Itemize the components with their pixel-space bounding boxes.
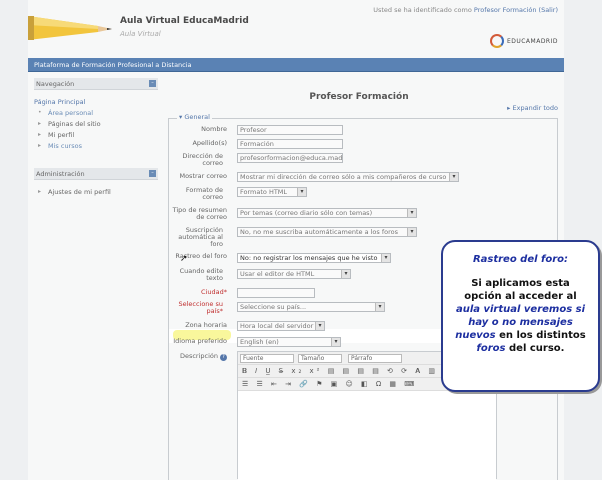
format-icons[interactable]: 𝐁 𝐼 U̲ S̶ x₂ x² ▤ ▤ ▤ ▤ ⟲ ⟳ 𝐀 ▥ [242,367,438,376]
pencil-logo-icon [28,16,112,40]
rastreo-label: Rastreo del foro [175,252,227,260]
expand-all-label: Expandir todo [512,104,558,112]
educamadrid-logo: EDUCAMADRID [489,34,558,48]
pais-select[interactable]: Seleccione su país... [237,302,385,312]
admin-block: Administración – Ajustes de mi perfil [34,168,158,196]
callout-title: Rastreo del foro: [472,254,569,265]
legend-label: General [184,113,210,121]
cuando-edite-label: Cuando edite texto [179,267,223,282]
expand-all-link[interactable]: ▸ Expandir todo [507,104,558,112]
login-info: Usted se ha identificado como Profesor F… [373,6,558,14]
admin-title: Administración [36,170,85,178]
nav-item-area-personal[interactable]: Área personal [34,109,158,117]
site-header: Aula Virtual EducaMadrid Aula Virtual Us… [28,0,564,58]
collapse-icon[interactable]: – [149,80,156,87]
size-select[interactable]: Tamaño [298,354,342,363]
nav-item-mis-cursos[interactable]: Mis cursos [34,142,158,150]
mouse-cursor-icon: ➚ [180,254,188,264]
logout-link[interactable]: (Salir) [539,6,558,14]
page-title: Profesor Formación [309,92,409,102]
editor-text-area[interactable] [238,396,496,480]
user-profile-link[interactable]: Profesor Formación [474,6,537,14]
suscripcion-select[interactable]: No, no me suscriba automáticamente a los… [237,227,417,237]
breadcrumb-bar: Plataforma de Formación Profesional a Di… [28,58,564,72]
nombre-field[interactable]: Profesor [237,125,343,135]
descripcion-label: Descripción? [157,353,227,361]
rastreo-select[interactable]: No: no registrar los mensajes que he vis… [237,253,391,263]
site-subtitle: Aula Virtual [120,30,161,38]
callout-text-5: del curso. [509,343,565,354]
breadcrumb[interactable]: Plataforma de Formación Profesional a Di… [34,61,192,69]
educamadrid-logo-icon [489,34,504,48]
resumen-label: Tipo de resumen de correo [172,206,227,221]
paragraph-select[interactable]: Párrafo [348,354,402,363]
mostrar-correo-select[interactable]: Mostrar mi dirección de correo sólo a mi… [237,172,459,182]
email-label: Dirección de correo [182,152,223,167]
help-icon[interactable]: ? [220,354,227,361]
idioma-select[interactable]: English (en) [237,337,341,347]
login-prefix: Usted se ha identificado como [373,6,472,14]
navigation-block-header: Navegación – [34,78,158,90]
font-select[interactable]: Fuente [240,354,294,363]
formato-label: Formato de correo [185,186,223,201]
nav-item-ajustes-perfil[interactable]: Ajustes de mi perfil [34,188,158,196]
general-legend[interactable]: ▾ General [177,113,212,121]
apellidos-field[interactable]: Formación [237,139,343,149]
formato-select[interactable]: Formato HTML [237,187,307,197]
collapse-icon[interactable]: – [149,170,156,177]
left-column: Navegación – Página Principal Área perso… [34,78,158,210]
resumen-select[interactable]: Por temas (correo diario sólo con temas) [237,208,417,218]
site-title: Aula Virtual EducaMadrid [120,16,249,26]
navigation-block: Navegación – Página Principal Área perso… [34,78,158,150]
insert-icons[interactable]: ☰ ☰ ⇤ ⇥ 🔗 ⚑ ▣ ☺ ◧ Ω ▦ ⌨ [242,380,417,388]
callout-text-3: en los distintos [499,330,586,341]
callout-body: Si aplicamos esta opción al acceder al a… [453,277,588,355]
zona-horaria-label: Zona horaria [185,321,227,329]
nav-item-mi-perfil[interactable]: Mi perfil [34,131,158,139]
pais-label: Seleccione su país* [178,300,223,315]
idioma-label: Idioma preferido [173,337,227,345]
descripcion-text: Descripción [179,352,218,360]
admin-block-header: Administración – [34,168,158,180]
nav-home-link[interactable]: Página Principal [34,98,158,106]
logo-text: EDUCAMADRID [506,37,558,45]
zona-horaria-select[interactable]: Hora local del servidor [237,321,325,331]
tutorial-callout: Rastreo del foro: Si aplicamos esta opci… [441,240,600,392]
callout-text-1: Si aplicamos esta opción al acceder al [464,278,577,302]
ciudad-label: Ciudad* [201,288,227,296]
ciudad-field[interactable] [237,288,315,298]
apellidos-label: Apellido(s) [192,139,227,147]
nav-item-paginas[interactable]: Páginas del sitio [34,120,158,128]
suscripcion-label: Suscripción automática al foro [178,226,223,248]
nombre-label: Nombre [201,125,227,133]
mostrar-correo-label: Mostrar correo [179,172,227,180]
email-field[interactable]: profesorformacion@educa.mad [237,153,343,163]
editor-select[interactable]: Usar el editor de HTML [237,269,351,279]
navigation-title: Navegación [36,80,75,88]
callout-text-4: foros [476,343,506,354]
